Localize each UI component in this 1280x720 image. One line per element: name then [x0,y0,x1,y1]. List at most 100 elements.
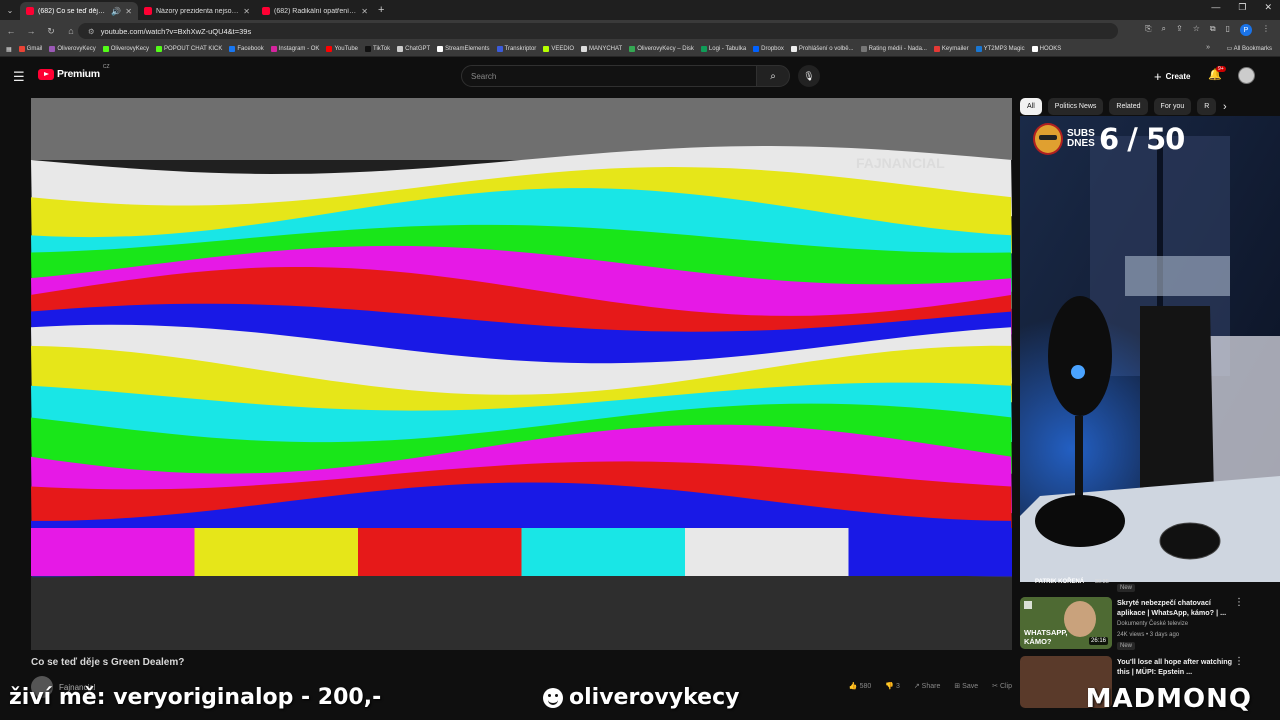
tiktok-icon [365,46,372,52]
zoom-icon[interactable]: ⌕ [1162,24,1166,36]
chip-for-you[interactable]: For you [1153,98,1192,115]
bookmark-label: Instagram - OK [278,46,320,52]
bookmark[interactable]: ChatGPT [397,46,430,52]
bookmark[interactable]: HOOKS [1031,46,1061,52]
video-title[interactable]: Skryté nebezpečí chatovací aplikace | Wh… [1117,598,1235,618]
bookmark-label: TikTok [373,46,391,52]
bottom-color-bar [848,528,1012,576]
bookmark[interactable]: Prohlášení o volbě... [790,46,854,52]
tab-search-icon[interactable]: ⌄ [0,0,20,20]
forward-icon[interactable]: → [26,26,36,36]
headphones [1159,522,1221,560]
voice-search-button[interactable]: 🎙 [798,65,820,87]
bookmark-label: Transkriptor [504,46,537,52]
sponsor-brand: MADMONQ [1085,684,1252,714]
translate-icon[interactable]: ⎘ [1145,24,1151,36]
browser-tab-3[interactable]: (682) Radikální opatření vlády ✕ [256,2,374,20]
bookmark[interactable]: TikTok [365,46,390,52]
account-avatar[interactable] [1238,67,1255,84]
window-close-icon[interactable]: ✕ [1264,2,1272,13]
more-options-icon[interactable]: ⋮ [1234,597,1244,608]
extensions-icon[interactable]: ⧉ [1210,24,1216,36]
video-meta: 24K views • 3 days ago [1117,632,1180,638]
bookmark-icon [49,46,56,52]
minimize-icon[interactable]: — [1211,2,1220,13]
youtube-play-icon [38,68,54,80]
tab-close-icon[interactable]: ✕ [125,7,132,16]
notification-badge: 9+ [1216,66,1226,72]
video-thumbnail[interactable]: WHATSAPP, KÁMO? 26:16 [1020,597,1112,649]
audio-icon[interactable]: 🔊 [111,7,121,16]
drive-icon [629,46,636,52]
bookmark-label: OliverovyKecy [110,46,150,52]
video-title[interactable]: You'll lose all hope after watching this… [1117,657,1235,677]
bookmark[interactable]: YouTube [326,46,358,52]
mascot-icon [1033,123,1063,155]
bookmark[interactable]: Gmail [18,46,42,52]
bookmark[interactable]: StreamElements [437,46,490,52]
bookmark[interactable]: OliverovyKecy – Disk [629,46,694,52]
bookmark[interactable]: Rating médií - Nada... [860,46,927,52]
bookmark[interactable]: VEEDIO [543,46,574,52]
hamburger-menu-icon[interactable]: ☰ [13,69,25,85]
bookmark[interactable]: OliverovyKecy [49,46,96,52]
bookmark-label: ChatGPT [405,46,431,52]
bookmark[interactable]: Dropbox [753,46,784,52]
bookmark[interactable]: YT2MP3 Magic [975,46,1025,52]
chip-truncated[interactable]: R [1197,98,1217,115]
bookmark[interactable]: Instagram - OK [270,46,320,52]
bookmark-label: POPOUT CHAT KICK [164,46,223,52]
restore-icon[interactable]: ❐ [1238,2,1246,13]
sidebar-icon[interactable]: ▯ [1226,24,1230,36]
keymailer-icon [933,46,940,52]
apps-icon[interactable]: ▦ [6,46,12,53]
all-bookmarks-folder[interactable]: ▭ All Bookmarks [1227,45,1272,52]
chip-all[interactable]: All [1020,98,1042,115]
bookmark[interactable]: Transkriptor [496,46,537,52]
browser-tab-1[interactable]: (682) Co se teď děje s Green 🔊 ✕ [20,2,138,20]
video-player[interactable]: FAJNANCIAL [31,98,1012,650]
create-button[interactable]: + Create [1148,67,1197,85]
bookmark[interactable]: Logi - Tabulka [700,46,747,52]
search-button[interactable]: ⌕ [756,65,790,87]
bookmark-star-icon[interactable]: ☆ [1193,24,1200,36]
home-icon[interactable]: ⌂ [66,26,76,36]
bookmark[interactable]: MANYCHAT [581,46,622,52]
youtube-logo[interactable]: Premium CZ [38,64,110,80]
url-text: youtube.com/watch?v=BxhXwZ-uQU4&t=39s [100,26,252,36]
tab-close-icon[interactable]: ✕ [243,7,250,16]
back-icon[interactable]: ← [6,26,16,36]
menu-dots-icon[interactable]: ⋮ [1262,24,1270,36]
profile-avatar[interactable]: P [1240,24,1252,36]
facebook-icon [229,46,236,52]
reload-icon[interactable]: ↻ [46,26,56,37]
sponsor-text: živí mě: veryoriginalop - 200,- [9,685,382,710]
bookmark[interactable]: POPOUT CHAT KICK [156,46,222,52]
bookmark[interactable]: Facebook [229,46,264,52]
bookmark-label: Logi - Tabulka [708,46,747,52]
veed-icon [543,46,550,52]
share-icon[interactable]: ⇪ [1176,24,1183,36]
browser-tab-2[interactable]: Názory prezidenta nejsou rele ✕ [138,2,256,20]
more-bookmarks-icon[interactable]: » [1206,44,1210,51]
bottom-color-bar [358,528,523,576]
recommended-video[interactable]: WHATSAPP, KÁMO? 26:16 Skryté nebezpečí c… [1020,597,1260,651]
bookmark[interactable]: OliverovyKecy [102,46,150,52]
chevron-right-icon[interactable]: › [1223,101,1227,113]
search-input[interactable]: Search [461,65,757,87]
tab-close-icon[interactable]: ✕ [361,7,368,16]
logo-text: Premium [57,68,100,80]
site-info-icon[interactable]: ⚙ [88,27,95,36]
country-code: CZ [102,64,110,70]
new-tab-button[interactable]: + [378,4,384,16]
bookmark[interactable]: Keymailer [933,46,969,52]
bottom-color-bar [521,528,686,576]
bottom-color-bar [685,528,850,576]
news-favicon-icon [144,7,152,15]
subs-label: SUBS DNES [1067,128,1095,149]
address-bar[interactable]: ⚙ youtube.com/watch?v=BxhXwZ-uQU4&t=39s [78,23,1118,39]
more-options-icon[interactable]: ⋮ [1234,656,1244,667]
channel-name[interactable]: Dokumenty České televize [1117,621,1188,627]
chip-related[interactable]: Related [1109,98,1148,115]
chip-politics-news[interactable]: Politics News [1047,98,1104,115]
